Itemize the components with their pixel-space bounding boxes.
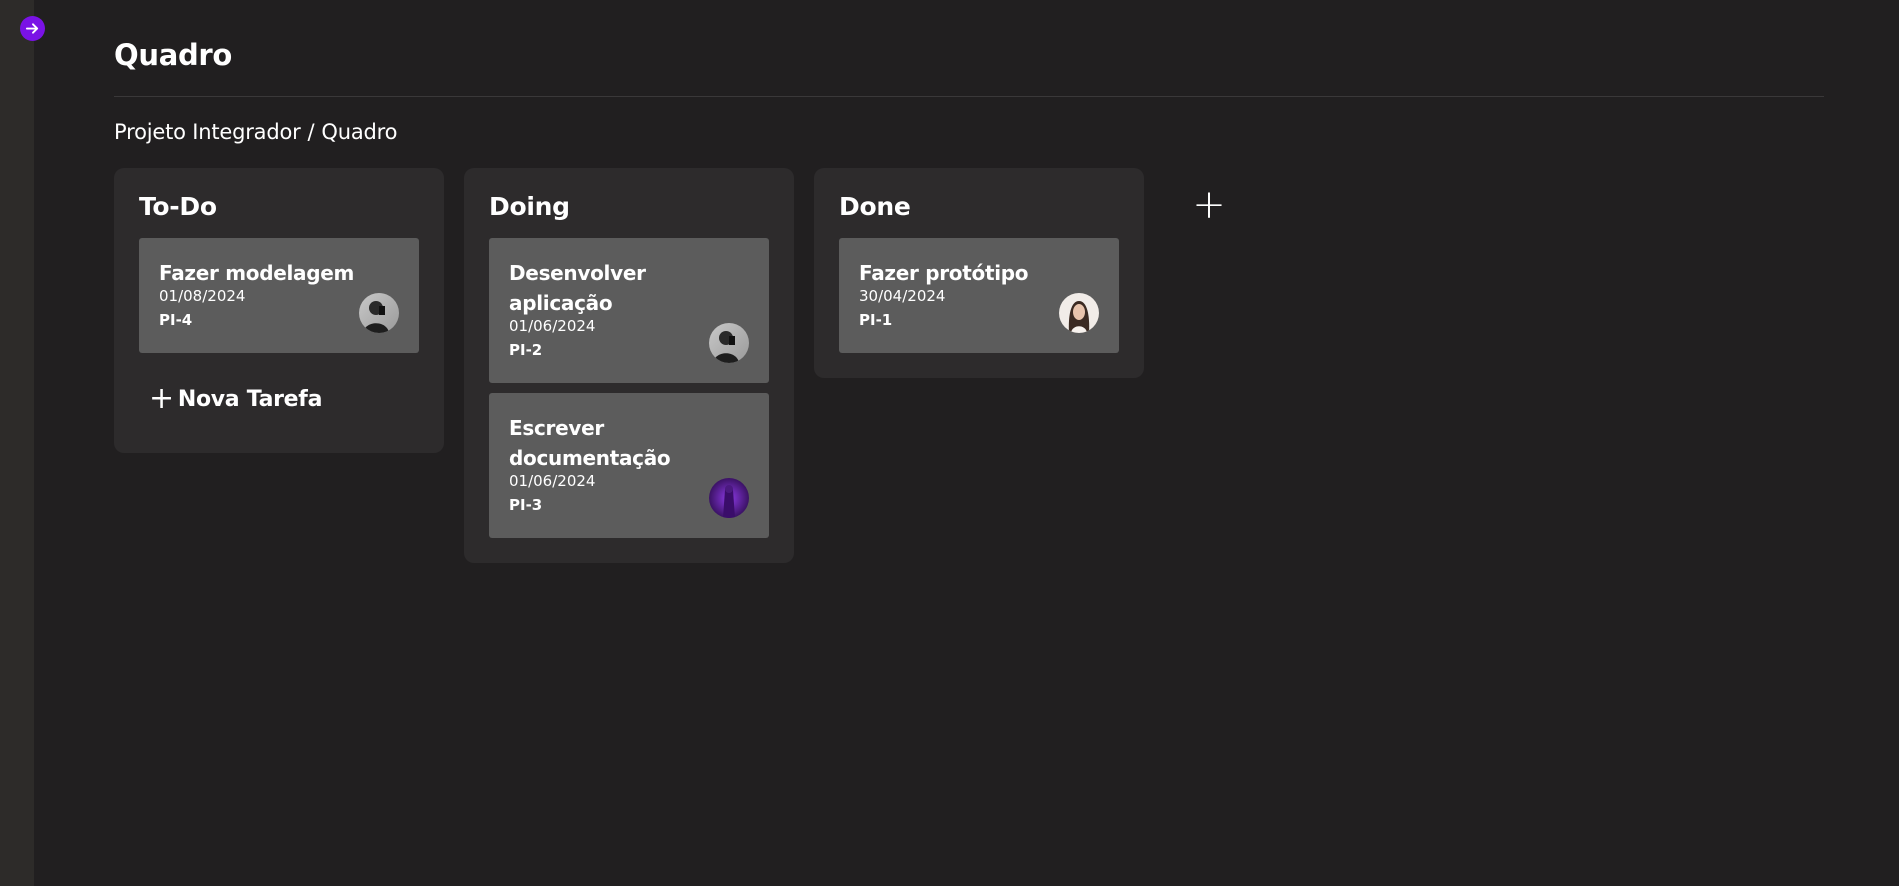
task-title: Escrever documentação xyxy=(509,416,671,470)
user-avatar-icon xyxy=(709,323,749,363)
task-card[interactable]: Escrever documentação 01/06/2024 PI-3 xyxy=(489,393,769,538)
page-title: Quadro xyxy=(114,38,233,72)
column-done: Done Fazer protótipo 30/04/2024 PI-1 xyxy=(814,168,1144,378)
user-avatar-icon xyxy=(709,478,749,518)
arrow-right-icon xyxy=(25,23,39,34)
assignee-avatar xyxy=(709,323,749,363)
task-title: Fazer protótipo xyxy=(859,261,1029,285)
task-card[interactable]: Fazer modelagem 01/08/2024 PI-4 xyxy=(139,238,419,353)
assignee-avatar xyxy=(709,478,749,518)
new-task-button[interactable]: + Nova Tarefa xyxy=(149,380,323,416)
column-title: Done xyxy=(839,192,911,221)
column-todo: To-Do Fazer modelagem 01/08/2024 PI-4 + xyxy=(114,168,444,453)
assignee-avatar xyxy=(359,293,399,333)
task-card[interactable]: Fazer protótipo 30/04/2024 PI-1 xyxy=(839,238,1119,353)
plus-icon: + xyxy=(149,380,174,416)
column-title: To-Do xyxy=(139,192,217,221)
breadcrumb-separator: / xyxy=(307,120,315,144)
breadcrumb-current: Quadro xyxy=(321,120,398,144)
sidebar xyxy=(0,0,34,886)
column-title: Doing xyxy=(489,192,570,221)
user-avatar-icon xyxy=(359,293,399,333)
task-title: Fazer modelagem xyxy=(159,261,355,285)
sidebar-toggle-button[interactable] xyxy=(20,16,45,41)
task-title: Desenvolver aplicação xyxy=(509,261,646,315)
new-task-label: Nova Tarefa xyxy=(177,387,323,412)
title-divider xyxy=(114,96,1824,97)
user-avatar-icon xyxy=(1059,293,1099,333)
breadcrumb-project[interactable]: Projeto Integrador xyxy=(114,120,301,144)
assignee-avatar xyxy=(1059,293,1099,333)
breadcrumb: Projeto Integrador / Quadro xyxy=(114,120,397,144)
column-doing: Doing Desenvolver aplicação 01/06/2024 P… xyxy=(464,168,794,563)
add-column-button[interactable]: + xyxy=(1189,185,1229,225)
task-card[interactable]: Desenvolver aplicação 01/06/2024 PI-2 xyxy=(489,238,769,383)
